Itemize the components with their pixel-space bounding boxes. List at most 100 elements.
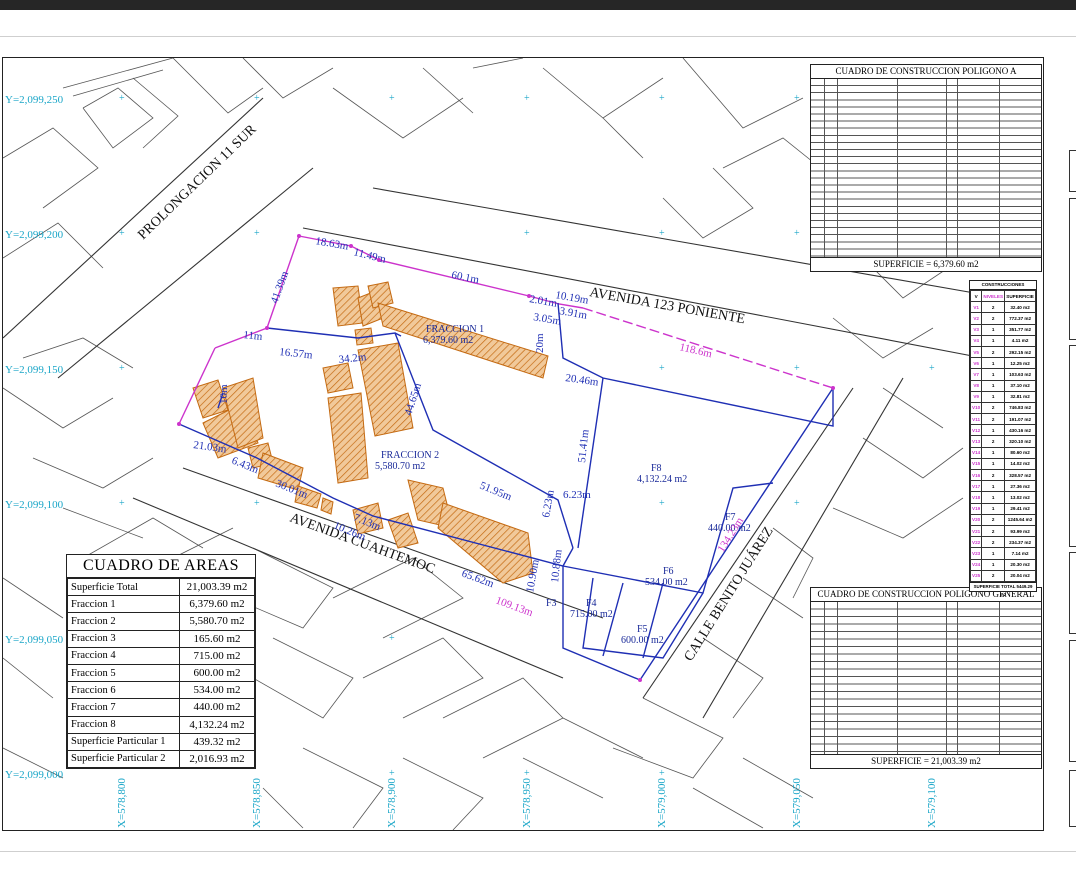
construction-id: V17	[969, 480, 983, 493]
dim-label: 60.1m	[450, 269, 480, 286]
area-value: 21,003.39 m2	[179, 577, 255, 597]
area-label: Fraccion 8	[66, 715, 181, 734]
svg-text:+: +	[659, 93, 665, 104]
table-row: V16 2 328.57 m2	[969, 468, 1036, 482]
svg-text:+: +	[119, 363, 125, 374]
construction-surface: 13.02 m2	[1004, 491, 1036, 504]
x-label-578850: X=578,850	[251, 778, 263, 828]
area-label: Fraccion 1	[66, 595, 181, 614]
side-panel-box	[1069, 198, 1076, 340]
area-label: Fraccion 3	[66, 629, 181, 648]
svg-text:+: +	[254, 93, 260, 104]
x-label-578800: X=578,800	[116, 778, 128, 828]
construction-id: V14	[969, 446, 983, 459]
fraccion-5-name: F5	[637, 624, 648, 635]
construction-surface: 4.11 m2	[1004, 334, 1036, 347]
y-grid-labels: Y=2,099,250 Y=2,099,200 Y=2,099,150 Y=2,…	[5, 94, 64, 781]
construction-surface: 1245.64 m2	[1004, 513, 1036, 526]
table-row: V19 1 29.41 m2	[969, 502, 1036, 515]
fraccion-8-area: 4,132.24 m2	[637, 474, 687, 485]
area-label: Fraccion 2	[66, 612, 181, 631]
fraccion-1-area: 6,379.60 m2	[423, 335, 473, 346]
construction-surface: 772.37 m2	[1004, 312, 1036, 325]
construction-levels: 1	[981, 368, 1006, 381]
construction-surface: 14.02 m2	[1004, 457, 1036, 471]
construction-surface: 746.83 m2	[1004, 401, 1036, 415]
construction-id: V2	[969, 312, 983, 325]
table-row: V1 2 32.40 m2	[969, 301, 1036, 314]
dimension-labels: 18.63m 11.49m 60.1m 41.39m 2.01m 10.19m …	[193, 235, 747, 619]
construction-surface: 12.25 m2	[1004, 357, 1036, 370]
dim-label: 10.88m	[549, 548, 564, 583]
dim-label: 51.95m	[478, 480, 514, 504]
table-row: V15 1 14.02 m2	[969, 457, 1036, 471]
svg-text:+: +	[119, 228, 125, 239]
dim-label: 11m	[243, 329, 264, 343]
constructions-total: SUPERFICIE TOTAL 5449.29 m2	[970, 581, 1036, 597]
svg-text:+: +	[119, 498, 125, 509]
svg-text:+: +	[524, 228, 530, 239]
table-row: Superficie Particular 2 2,016.93 m2	[66, 749, 255, 769]
construction-table-segregate: CUADRO DE CONSTRUCCION POLIGONO A SEGREG…	[810, 64, 1042, 272]
svg-text:+: +	[389, 93, 395, 104]
fraccion-4-area: 715.00 m2	[570, 609, 613, 620]
dim-label: 51.41m	[576, 428, 591, 463]
table-row: Fraccion 7 440.00 m2	[66, 698, 255, 717]
svg-text:+: +	[794, 93, 800, 104]
construction-levels: 2	[981, 301, 1006, 314]
street-prolongacion-11-sur: PROLONGACION 11 SUR	[135, 122, 260, 243]
construction-levels: 2	[981, 536, 1006, 549]
construction-id: V11	[969, 413, 983, 426]
construction-levels: 1	[981, 457, 1006, 471]
area-value: 165.60 m2	[179, 629, 255, 648]
dim-label: 18.63m	[314, 235, 349, 253]
area-value: 4,132.24 m2	[179, 715, 255, 734]
table-row: Superficie Particular 1 439.32 m2	[66, 732, 255, 751]
construction-table-segregate-surface: SUPERFICIE = 6,379.60 m2	[811, 257, 1041, 271]
construction-levels: 2	[981, 435, 1006, 448]
area-label: Fraccion 4	[66, 646, 181, 665]
construction-id: V19	[969, 502, 983, 515]
construction-surface: 103.63 m2	[1004, 368, 1036, 381]
area-value: 6,379.60 m2	[179, 595, 255, 614]
construction-levels: 1	[981, 323, 1006, 336]
construction-levels: 1	[981, 334, 1006, 347]
y-label-2099000: Y=2,099,000	[5, 769, 64, 781]
dim-label: 10m	[218, 384, 230, 404]
construction-surface: 80.60 m2	[1004, 446, 1036, 459]
fraccion-5-area: 600.00 m2	[621, 635, 664, 646]
dim-label: 20m	[534, 333, 546, 353]
construction-levels: 1	[981, 379, 1006, 392]
construction-surface: 32.81 m2	[1004, 390, 1036, 403]
y-label-2099250: Y=2,099,250	[5, 94, 64, 106]
construction-levels: 1	[981, 390, 1006, 403]
svg-text:+: +	[659, 498, 665, 509]
construction-surface: 20.30 m2	[1004, 558, 1036, 571]
construction-surface: 27.36 m2	[1004, 480, 1036, 493]
construction-surface: 328.57 m2	[1004, 468, 1036, 482]
fraccion-2-name: FRACCION 2	[381, 450, 439, 461]
table-row: Fraccion 1 6,379.60 m2	[66, 595, 255, 614]
divider-top	[0, 36, 1076, 37]
street-avenida-123-poniente: AVENIDA 123 PONIENTE	[588, 285, 746, 327]
y-label-2099150: Y=2,099,150	[5, 364, 64, 376]
fraccion-8-name: F8	[651, 463, 662, 474]
table-row: V5 2 292.15 m2	[969, 345, 1036, 359]
area-value: 2,016.93 m2	[179, 749, 255, 769]
svg-text:+: +	[794, 498, 800, 509]
table-row: Fraccion 6 534.00 m2	[66, 681, 255, 700]
x-label-579000: X=579,000	[656, 778, 668, 828]
construction-levels: 1	[981, 502, 1006, 515]
fraccion-4-name: F4	[586, 598, 597, 609]
areas-table-title: CUADRO DE AREAS	[67, 555, 255, 578]
construction-levels: 2	[981, 312, 1006, 325]
top-bar	[0, 0, 1076, 10]
table-row: V2 2 772.37 m2	[969, 312, 1036, 325]
table-row: V24 1 20.30 m2	[969, 558, 1036, 571]
table-row: V23 1 7.14 m2	[969, 547, 1036, 560]
construction-levels: 1	[981, 491, 1006, 504]
table-row: Fraccion 3 165.60 m2	[66, 629, 255, 648]
side-panel-box	[1069, 345, 1076, 547]
area-value: 534.00 m2	[179, 681, 255, 700]
buildings	[192, 281, 549, 584]
